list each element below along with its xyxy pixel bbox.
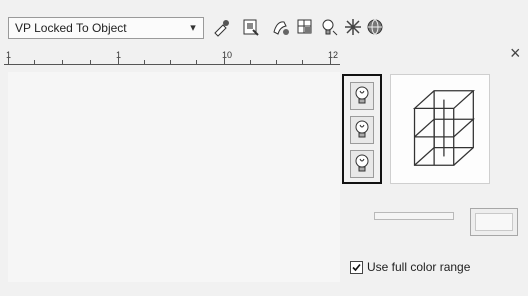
ruler-tick <box>330 56 331 64</box>
viewport-frame-icon[interactable] <box>240 16 262 38</box>
toolbar: VP Locked To Object ▾ <box>4 8 444 42</box>
ruler-tick <box>8 56 9 64</box>
chevron-down-icon[interactable]: ▾ <box>186 21 200 35</box>
ruler-tick <box>302 60 303 64</box>
ruler-baseline <box>4 64 340 65</box>
use-full-color-label: Use full color range <box>367 260 471 274</box>
layer-grid-icon[interactable] <box>294 16 316 38</box>
cube-preview <box>390 74 490 184</box>
ruler-tick <box>170 60 171 64</box>
window: VP Locked To Object ▾ 1 1 10 12 × Use fu… <box>0 0 528 296</box>
ruler-tick <box>62 60 63 64</box>
lightbulb-button-group <box>342 74 382 184</box>
color-swatch-inner <box>475 213 513 231</box>
ruler: 1 1 10 12 <box>4 50 340 70</box>
lightbulb-icon <box>355 120 369 138</box>
bulb-toggle-button[interactable] <box>350 150 374 178</box>
ruler-tick <box>144 60 145 64</box>
close-icon[interactable]: × <box>510 44 521 62</box>
paint-layer-icon[interactable] <box>270 16 292 38</box>
ruler-tick <box>90 60 91 64</box>
freeze-layer-icon[interactable] <box>342 16 364 38</box>
ruler-tick <box>34 60 35 64</box>
color-range-slider[interactable] <box>374 212 454 220</box>
viewport-lock-select-value: VP Locked To Object <box>15 21 127 35</box>
ruler-tick <box>118 56 119 64</box>
cube-icon <box>412 90 475 166</box>
use-full-color-checkbox[interactable] <box>350 260 363 274</box>
lock-viewport-icon[interactable] <box>210 16 232 38</box>
drawing-area[interactable] <box>8 72 340 282</box>
lightbulb-icon <box>355 154 369 172</box>
bulb-off-button[interactable] <box>350 116 374 144</box>
ruler-tick <box>250 60 251 64</box>
ruler-tick <box>276 60 277 64</box>
checkmark-icon <box>352 263 361 271</box>
use-full-color-option[interactable]: Use full color range <box>350 258 470 276</box>
color-swatch[interactable] <box>470 208 518 236</box>
viewport-lock-select[interactable]: VP Locked To Object ▾ <box>8 17 204 39</box>
lightbulb-icon[interactable] <box>318 16 340 38</box>
globe-icon[interactable] <box>364 16 386 38</box>
ruler-tick <box>196 60 197 64</box>
bulb-on-button[interactable] <box>350 82 374 110</box>
ruler-tick <box>224 56 225 64</box>
lightbulb-icon <box>355 86 369 104</box>
